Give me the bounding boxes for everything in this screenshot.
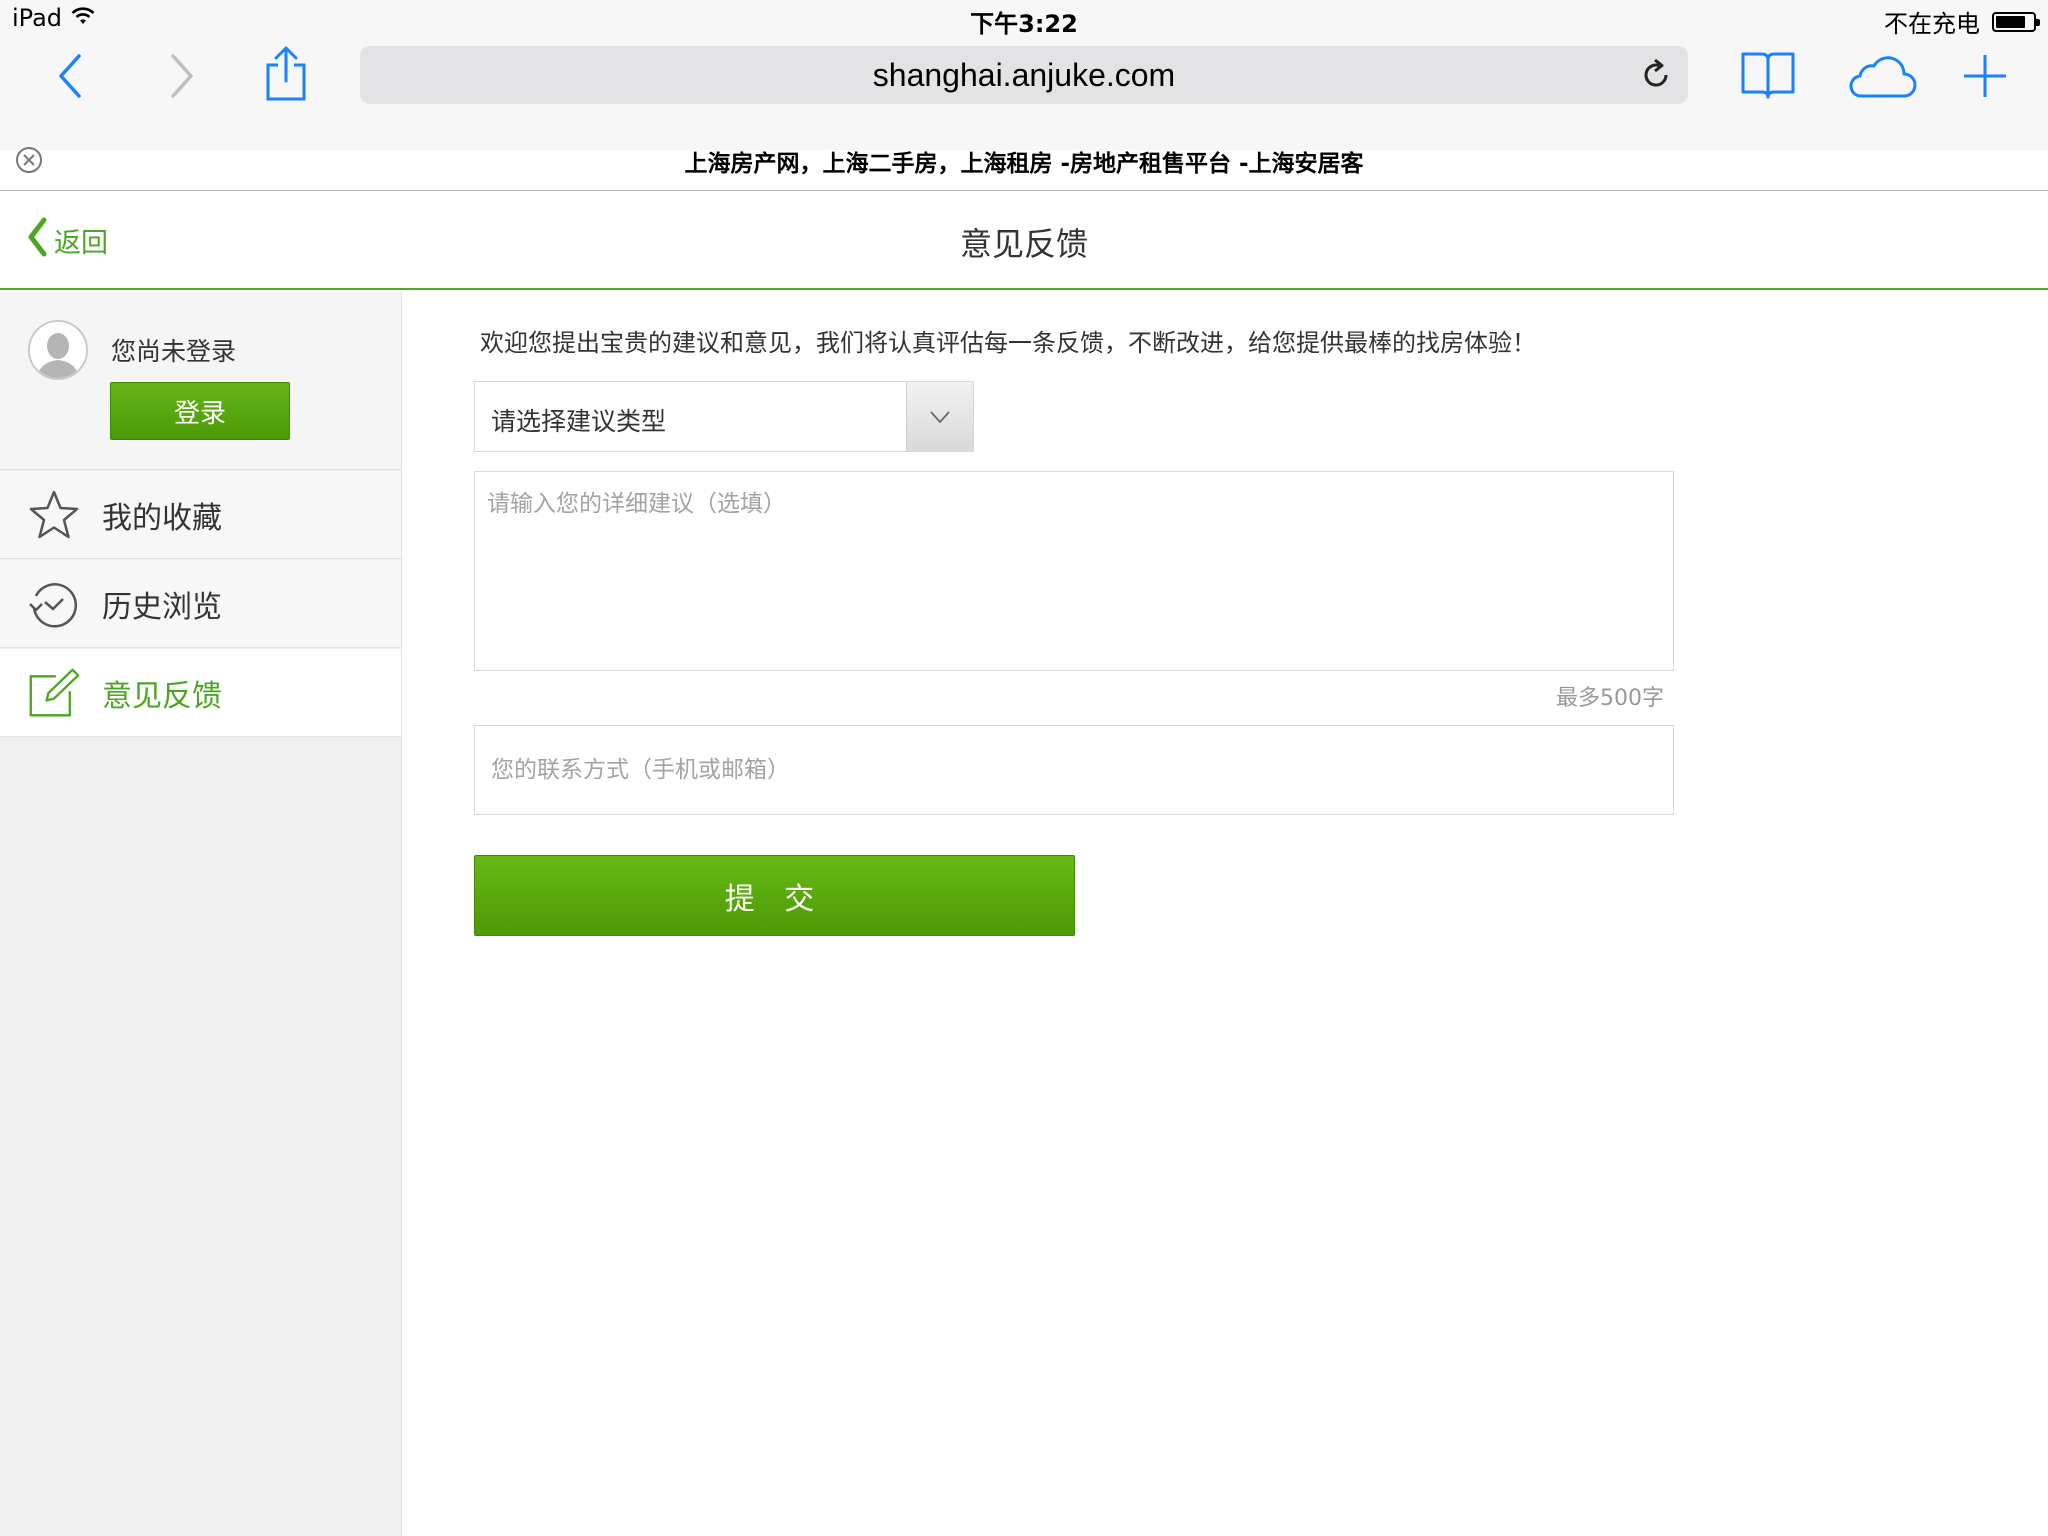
- chevron-left-icon[interactable]: [50, 50, 90, 102]
- sidebar: 您尚未登录 登录 我的收藏 历史浏览 意见反馈: [0, 292, 402, 1536]
- star-icon: [28, 489, 80, 541]
- url-text: shanghai.anjuke.com: [872, 56, 1176, 93]
- tab-title: 上海房产网，上海二手房，上海租房 -房地产租售平台 -上海安居客: [684, 151, 1364, 177]
- user-box: 您尚未登录 登录: [0, 292, 401, 470]
- login-button[interactable]: 登录: [110, 382, 290, 440]
- sidebar-item-label: 历史浏览: [102, 589, 222, 625]
- select-value: 请选择建议类型: [491, 407, 667, 436]
- chevron-down-icon[interactable]: [906, 382, 973, 451]
- battery-level: [1996, 15, 2025, 28]
- reload-icon[interactable]: [1640, 58, 1672, 96]
- status-right: 不在充电: [1884, 4, 2040, 39]
- page-title: 意见反馈: [959, 225, 1088, 263]
- battery-icon: [1992, 11, 2040, 32]
- avatar: [28, 320, 88, 380]
- app-header: 返回 意见反馈: [0, 191, 2048, 290]
- sidebar-item-feedback[interactable]: 意见反馈: [0, 649, 401, 737]
- sidebar-item-history[interactable]: 历史浏览: [0, 560, 401, 648]
- charging-status: 不在充电: [1884, 10, 1980, 38]
- login-status-text: 您尚未登录: [111, 337, 237, 366]
- browser-toolbar: shanghai.anjuke.com 上海房产网，上海二手房，上海租房 -房地…: [0, 38, 2048, 177]
- address-bar[interactable]: shanghai.anjuke.com: [360, 46, 1688, 104]
- contact-input[interactable]: [474, 725, 1674, 815]
- feedback-type-select[interactable]: 请选择建议类型: [474, 381, 974, 452]
- sidebar-item-label: 意见反馈: [102, 678, 222, 714]
- sidebar-item-favorites[interactable]: 我的收藏: [0, 471, 401, 559]
- history-icon: [28, 578, 80, 630]
- char-limit-text: 最多500字: [1556, 686, 1664, 711]
- sidebar-item-label: 我的收藏: [102, 500, 222, 536]
- feedback-detail-input[interactable]: [474, 471, 1674, 671]
- share-icon[interactable]: [262, 44, 310, 102]
- book-icon[interactable]: [1738, 48, 1798, 102]
- cloud-icon[interactable]: [1846, 52, 1918, 102]
- plus-icon[interactable]: [1960, 50, 2010, 102]
- chevron-right-icon[interactable]: [162, 50, 202, 102]
- tab-title-bar: 上海房产网，上海二手房，上海租房 -房地产租售平台 -上海安居客: [0, 134, 2048, 188]
- intro-text: 欢迎您提出宝贵的建议和意见，我们将认真评估每一条反馈，不断改进，给您提供最棒的找…: [480, 329, 1536, 357]
- status-time: 下午3:22: [970, 10, 1078, 38]
- status-bar: iPad 下午3:22 不在充电: [0, 0, 2048, 38]
- edit-icon: [28, 667, 80, 719]
- submit-button[interactable]: 提 交: [474, 855, 1075, 936]
